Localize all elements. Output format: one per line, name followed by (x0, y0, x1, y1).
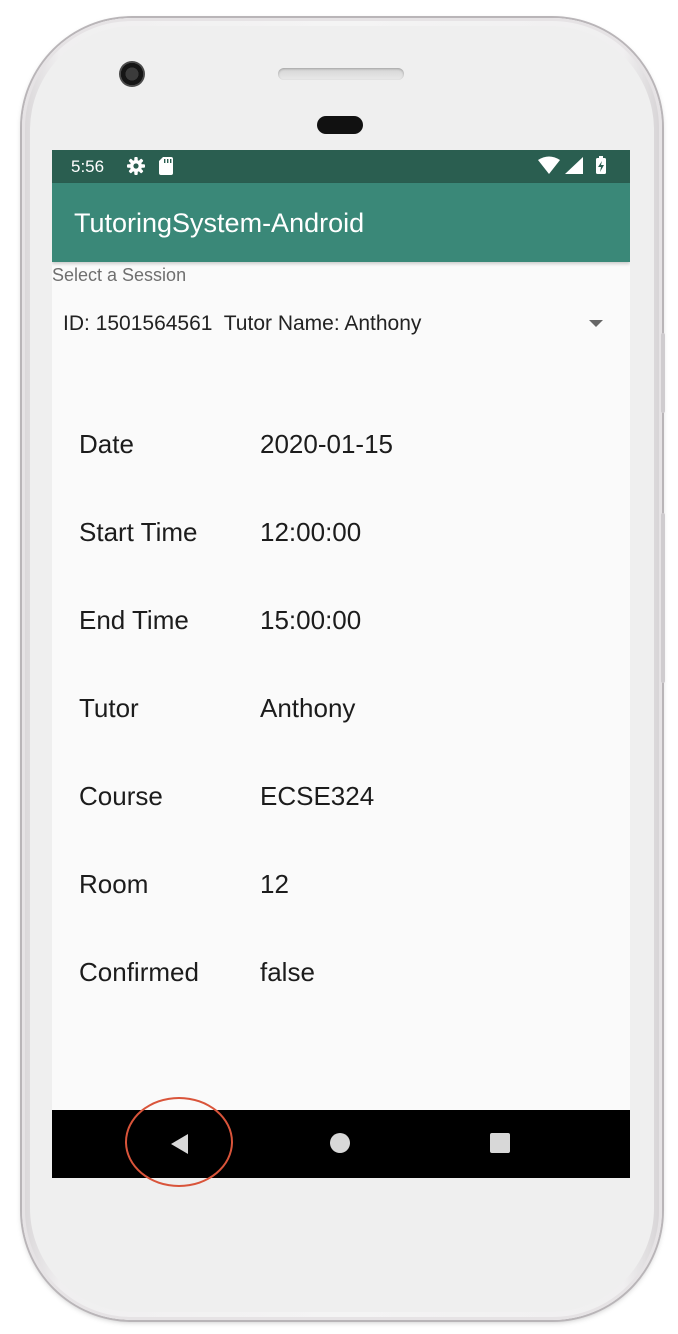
front-camera (119, 61, 145, 87)
detail-label: End Time (79, 605, 189, 635)
detail-value: 15:00:00 (260, 605, 362, 635)
screen: 5:56 TutoringSystem-Android Select a Ses… (52, 150, 630, 1178)
detail-label: Room (79, 869, 149, 899)
detail-row-room: Room 12 (79, 869, 619, 909)
session-dropdown[interactable]: ID: 1501564561 Tutor Name: Anthony (52, 296, 630, 352)
gear-icon (127, 157, 145, 175)
detail-row-start-time: Start Time 12:00:00 (79, 517, 619, 557)
home-icon[interactable] (330, 1133, 350, 1153)
proximity-sensor (317, 116, 363, 134)
detail-label: Confirmed (79, 957, 199, 987)
detail-row-confirmed: Confirmed false (79, 957, 619, 997)
session-select-label: Select a Session (52, 265, 187, 285)
battery-charging-icon (596, 156, 606, 174)
detail-value: 2020-01-15 (260, 429, 393, 459)
detail-label: Tutor (79, 693, 139, 723)
wifi-icon (538, 156, 560, 174)
status-icons-right (538, 156, 606, 174)
detail-value: 12:00:00 (260, 517, 362, 547)
detail-row-tutor: Tutor Anthony (79, 693, 619, 733)
detail-value: Anthony (260, 693, 356, 723)
status-bar: 5:56 (52, 150, 630, 183)
detail-value: ECSE324 (260, 781, 375, 811)
volume-button (661, 513, 665, 683)
detail-label: Start Time (79, 517, 198, 547)
detail-value: false (260, 957, 315, 987)
detail-label: Course (79, 781, 163, 811)
detail-row-course: Course ECSE324 (79, 781, 619, 821)
app-title: TutoringSystem-Android (74, 208, 365, 238)
session-dropdown-value: ID: 1501564561 Tutor Name: Anthony (63, 312, 422, 335)
detail-value: 12 (260, 869, 289, 899)
status-time: 5:56 (71, 157, 105, 176)
power-button (661, 333, 665, 413)
back-button-highlight (125, 1097, 233, 1187)
earpiece-speaker (278, 68, 404, 80)
app-bar: TutoringSystem-Android (52, 183, 630, 262)
chevron-down-icon (589, 320, 603, 327)
recents-icon[interactable] (490, 1133, 510, 1153)
detail-row-date: Date 2020-01-15 (79, 429, 619, 469)
sd-card-icon (159, 157, 173, 175)
cell-signal-icon (565, 157, 583, 174)
detail-row-end-time: End Time 15:00:00 (79, 605, 619, 645)
detail-label: Date (79, 429, 134, 459)
